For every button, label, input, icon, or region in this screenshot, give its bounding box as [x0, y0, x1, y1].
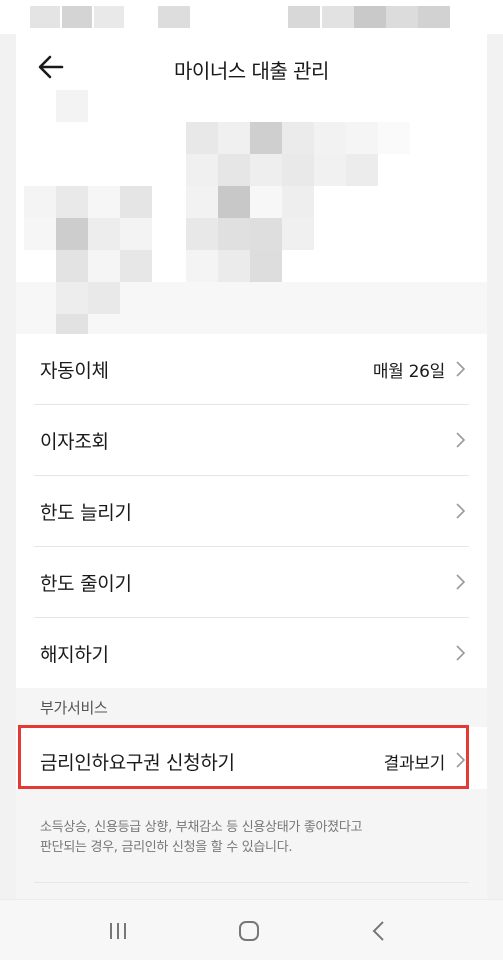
- menu-item-label: 한도 늘리기: [40, 502, 132, 524]
- menu-item-increase-limit[interactable]: 한도 늘리기: [16, 476, 487, 546]
- status-blur: [94, 6, 124, 28]
- menu-item-cancel-account[interactable]: 해지하기: [16, 618, 487, 688]
- chevron-right-icon: [456, 361, 466, 377]
- menu-item-value: 매월 26일: [372, 362, 445, 382]
- status-blur: [158, 6, 190, 28]
- chevron-right-icon: [456, 503, 466, 519]
- divider: [34, 882, 469, 883]
- menu-item-label: 자동이체: [40, 360, 109, 382]
- status-blur: [30, 6, 60, 28]
- back-nav-icon[interactable]: [364, 916, 394, 946]
- rate-cut-note: 소득상승, 신용등급 상향, 부채감소 등 신용상태가 좋아졌다고 판단되는 경…: [40, 820, 363, 855]
- menu-item-auto-transfer[interactable]: 자동이체 매월 26일: [16, 334, 487, 404]
- system-nav-bar: [0, 899, 503, 960]
- status-blur: [62, 6, 92, 28]
- account-summary: [16, 84, 487, 340]
- chevron-right-icon: [456, 574, 466, 590]
- chevron-right-icon: [456, 645, 466, 661]
- status-blur: [288, 6, 320, 28]
- menu-item-label: 이자조회: [40, 431, 109, 453]
- home-icon[interactable]: [234, 916, 264, 946]
- screen-frame-left: [0, 0, 16, 960]
- menu-item-label: 해지하기: [40, 644, 109, 666]
- section-label-extra-services: 부가서비스: [40, 699, 108, 717]
- status-blur: [386, 6, 418, 28]
- screen-frame-right: [487, 0, 503, 960]
- menu-item-decrease-limit[interactable]: 한도 줄이기: [16, 547, 487, 617]
- menu-item-interest-inquiry[interactable]: 이자조회: [16, 405, 487, 475]
- chevron-right-icon: [456, 432, 466, 448]
- menu-item-label: 한도 줄이기: [40, 573, 132, 595]
- status-blur: [322, 6, 354, 28]
- menu-item-label: 금리인하요구권 신청하기: [40, 752, 235, 774]
- recent-apps-icon[interactable]: [103, 916, 133, 946]
- menu-item-rate-cut-request[interactable]: 금리인하요구권 신청하기 결과보기: [16, 727, 487, 789]
- chevron-right-icon: [456, 752, 466, 768]
- status-blur: [354, 6, 386, 28]
- pixelated-account-info: [16, 90, 487, 340]
- status-blur: [418, 6, 450, 28]
- page-title: 마이너스 대출 관리: [174, 59, 329, 83]
- view-result-link[interactable]: 결과보기: [384, 749, 446, 774]
- status-bar: [0, 0, 503, 34]
